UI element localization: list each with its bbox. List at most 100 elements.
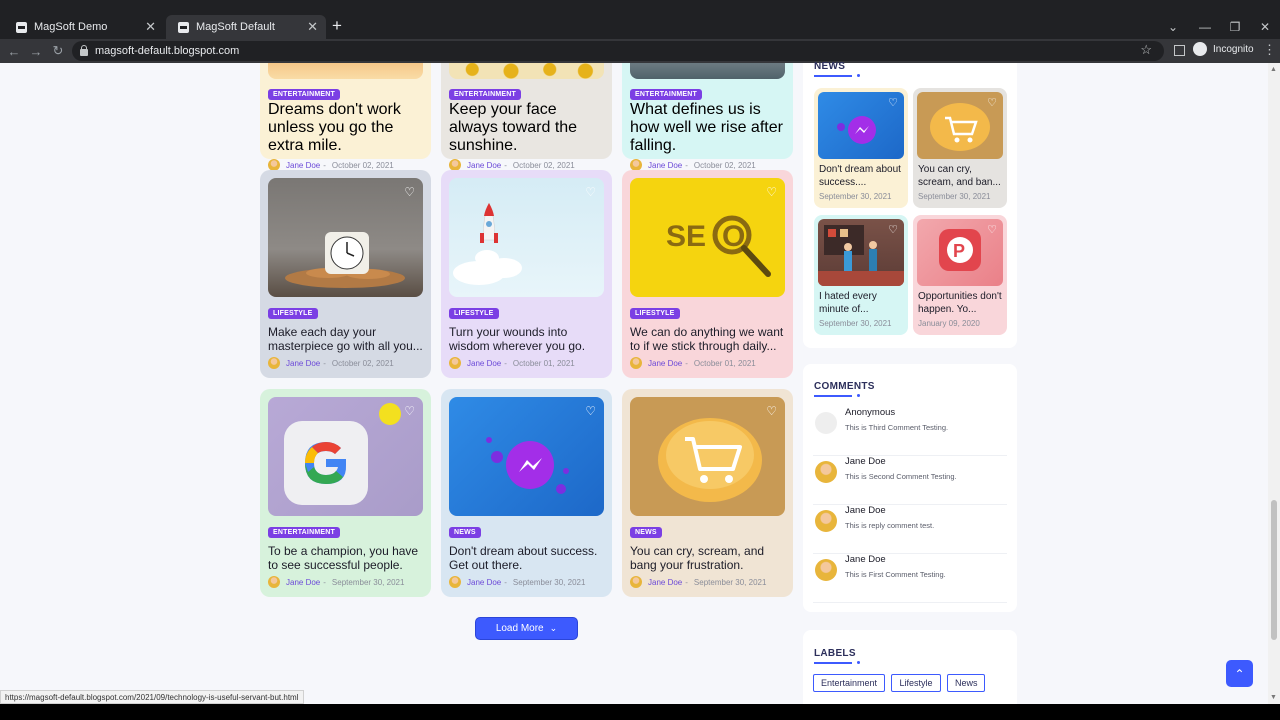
heart-icon[interactable]: ♡: [585, 404, 596, 418]
heart-icon[interactable]: ♡: [404, 185, 415, 199]
category-badge[interactable]: ENTERTAINMENT: [268, 527, 340, 538]
post-author[interactable]: Jane Doe: [467, 359, 501, 368]
post-title[interactable]: What defines us is how well we rise afte…: [630, 101, 785, 155]
close-icon[interactable]: ✕: [145, 19, 156, 35]
scroll-up-icon[interactable]: ▲: [1270, 66, 1277, 73]
comment-text[interactable]: This is reply comment test.: [845, 521, 934, 530]
post-thumbnail[interactable]: ♡: [630, 397, 785, 516]
heart-icon[interactable]: ♡: [888, 96, 898, 109]
post-author[interactable]: Jane Doe: [286, 359, 320, 368]
post-author[interactable]: Jane Doe: [286, 578, 320, 587]
close-icon[interactable]: ✕: [307, 19, 318, 35]
heart-icon[interactable]: ♡: [585, 185, 596, 199]
minimize-icon[interactable]: —: [1190, 15, 1220, 39]
post-title[interactable]: Make each day your masterpiece go with a…: [268, 326, 423, 353]
news-title[interactable]: I hated every minute of...: [818, 290, 904, 316]
window-close-icon[interactable]: ✕: [1250, 15, 1280, 39]
news-thumbnail[interactable]: ♡: [917, 92, 1003, 159]
comment-item[interactable]: Jane Doe This is First Comment Testing.: [813, 554, 1007, 603]
post-title[interactable]: Keep your face always toward the sunshin…: [449, 101, 604, 155]
post-author[interactable]: Jane Doe: [467, 161, 501, 170]
post-author[interactable]: Jane Doe: [648, 578, 682, 587]
post-title[interactable]: You can cry, scream, and bang your frust…: [630, 545, 785, 572]
comment-author[interactable]: Jane Doe: [845, 554, 886, 565]
reload-icon[interactable]: ↻: [49, 42, 67, 60]
news-title[interactable]: Don't dream about success....: [818, 163, 904, 189]
news-card[interactable]: ♡ I hated every minute of... September 3…: [814, 215, 908, 335]
label-entertainment[interactable]: Entertainment: [813, 674, 886, 692]
post-card[interactable]: ♡ LIFESTYLE Turn your wounds into wisdom…: [441, 170, 612, 378]
post-author[interactable]: Jane Doe: [467, 578, 501, 587]
post-title[interactable]: Don't dream about success. Get out there…: [449, 545, 604, 572]
comment-text[interactable]: This is Third Comment Testing.: [845, 423, 948, 432]
post-card[interactable]: ♡ LIFESTYLE Make each day your masterpie…: [260, 170, 431, 378]
post-thumbnail[interactable]: [449, 63, 604, 79]
tab-magsoft-default[interactable]: MagSoft Default ✕: [166, 15, 326, 39]
post-thumbnail[interactable]: [268, 63, 423, 79]
label-news[interactable]: News: [946, 674, 986, 692]
comment-text[interactable]: This is First Comment Testing.: [845, 570, 946, 579]
new-tab-icon[interactable]: +: [332, 16, 342, 36]
news-thumbnail[interactable]: ♡: [818, 219, 904, 286]
incognito-badge[interactable]: Incognito: [1193, 42, 1254, 56]
post-author[interactable]: Jane Doe: [648, 359, 682, 368]
category-badge[interactable]: LIFESTYLE: [268, 308, 318, 319]
scroll-down-icon[interactable]: ▼: [1270, 694, 1277, 701]
tab-search-icon[interactable]: ⌄: [1158, 15, 1188, 39]
scrollbar-thumb[interactable]: [1271, 500, 1277, 640]
heart-icon[interactable]: ♡: [766, 404, 777, 418]
news-title[interactable]: Opportunities don't happen. Yo...: [917, 290, 1003, 316]
heart-icon[interactable]: ♡: [766, 185, 777, 199]
category-badge[interactable]: NEWS: [630, 527, 662, 538]
post-title[interactable]: We can do anything we want to if we stic…: [630, 326, 785, 353]
post-card[interactable]: ENTERTAINMENT Keep your face always towa…: [441, 63, 612, 171]
post-title[interactable]: Turn your wounds into wisdom wherever yo…: [449, 326, 604, 353]
forward-icon[interactable]: →: [27, 42, 45, 60]
post-card[interactable]: ♡ NEWS You can cry, scream, and bang you…: [622, 389, 793, 597]
side-panel-icon[interactable]: [1174, 45, 1185, 56]
heart-icon[interactable]: ♡: [888, 223, 898, 236]
comment-author[interactable]: Anonymous: [845, 407, 895, 418]
post-card[interactable]: ♡ NEWS Don't dream about success. Get ou…: [441, 389, 612, 597]
post-author[interactable]: Jane Doe: [286, 161, 320, 170]
post-thumbnail[interactable]: [630, 63, 785, 79]
post-thumbnail[interactable]: ♡: [449, 397, 604, 516]
news-thumbnail[interactable]: ♡: [818, 92, 904, 159]
category-badge[interactable]: LIFESTYLE: [630, 308, 680, 319]
post-thumbnail[interactable]: ♡: [449, 178, 604, 297]
category-badge[interactable]: NEWS: [449, 527, 481, 538]
load-more-button[interactable]: Load More ⌄: [475, 617, 578, 640]
news-title[interactable]: You can cry, scream, and ban...: [917, 163, 1003, 189]
comment-text[interactable]: This is Second Comment Testing.: [845, 472, 957, 481]
post-card[interactable]: ENTERTAINMENT Dreams don't work unless y…: [260, 63, 431, 171]
post-card[interactable]: ENTERTAINMENT What defines us is how wel…: [622, 63, 793, 171]
post-thumbnail[interactable]: SE O ♡: [630, 178, 785, 297]
heart-icon[interactable]: ♡: [987, 96, 997, 109]
comment-author[interactable]: Jane Doe: [845, 505, 886, 516]
post-author[interactable]: Jane Doe: [648, 161, 682, 170]
post-title[interactable]: To be a champion, you have to see succes…: [268, 545, 423, 572]
comment-item[interactable]: Anonymous This is Third Comment Testing.: [813, 407, 1007, 456]
tab-magsoft-demo[interactable]: MagSoft Demo ✕: [4, 15, 164, 39]
post-card[interactable]: ♡ ENTERTAINMENT To be a champion, you ha…: [260, 389, 431, 597]
maximize-icon[interactable]: ❐: [1220, 15, 1250, 39]
menu-kebab-icon[interactable]: ⋮: [1263, 42, 1276, 58]
heart-icon[interactable]: ♡: [404, 404, 415, 418]
back-to-top-button[interactable]: ⌃: [1226, 660, 1253, 687]
post-card[interactable]: SE O ♡ LIFESTYLE We can do anything we w…: [622, 170, 793, 378]
news-thumbnail[interactable]: P ♡: [917, 219, 1003, 286]
category-badge[interactable]: LIFESTYLE: [449, 308, 499, 319]
news-card[interactable]: ♡ You can cry, scream, and ban... Septem…: [913, 88, 1007, 208]
star-icon[interactable]: ☆: [1140, 42, 1152, 58]
news-card[interactable]: ♡ Don't dream about success.... Septembe…: [814, 88, 908, 208]
post-title[interactable]: Dreams don't work unless you go the extr…: [268, 101, 423, 155]
back-icon[interactable]: ←: [5, 42, 23, 60]
post-thumbnail[interactable]: ♡: [268, 178, 423, 297]
address-bar[interactable]: magsoft-default.blogspot.com ☆: [72, 41, 1164, 61]
comment-author[interactable]: Jane Doe: [845, 456, 886, 467]
page-scrollbar[interactable]: ▲ ▼: [1268, 63, 1280, 704]
comment-item[interactable]: Jane Doe This is reply comment test.: [813, 505, 1007, 554]
category-badge[interactable]: ENTERTAINMENT: [449, 89, 521, 100]
heart-icon[interactable]: ♡: [987, 223, 997, 236]
label-lifestyle[interactable]: Lifestyle: [891, 674, 941, 692]
